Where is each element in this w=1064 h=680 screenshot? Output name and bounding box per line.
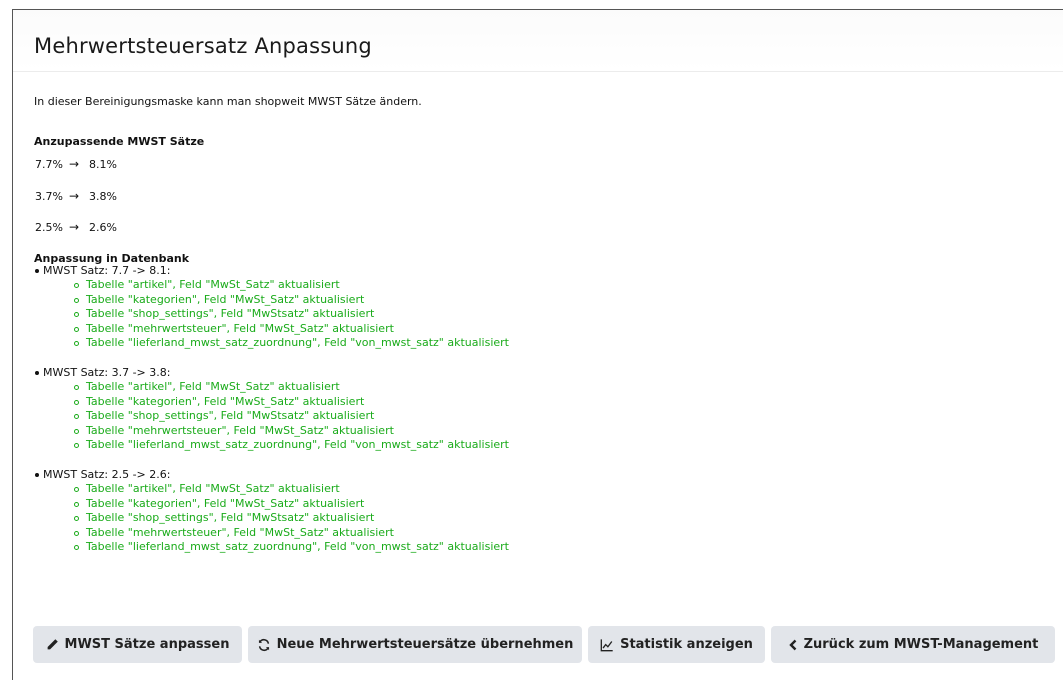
update-item: Tabelle "kategorien", Feld "MwSt_Satz" a… [34, 293, 509, 308]
database-change-list: MWST Satz: 7.7 -> 8.1: Tabelle "artikel"… [34, 264, 509, 570]
update-item: Tabelle "mehrwertsteuer", Feld "MwSt_Sat… [34, 424, 509, 439]
action-bar: MWST Sätze anpassen Neue Mehrwertsteuers… [33, 626, 1055, 663]
apply-new-rates-button[interactable]: Neue Mehrwertsteuersätze übernehmen [248, 626, 582, 663]
intro-text: In dieser Bereinigungsmaske kann man sho… [34, 95, 422, 108]
list-item: MWST Satz: 7.7 -> 8.1: Tabelle "artikel"… [34, 264, 509, 351]
rates-heading: Anzupassende MWST Sätze [34, 135, 205, 148]
update-item: Tabelle "kategorien", Feld "MwSt_Satz" a… [34, 395, 509, 410]
arrow-right-icon: → [69, 220, 80, 234]
arrow-right-icon: → [69, 157, 80, 171]
adjust-rates-label: MWST Sätze anpassen [64, 637, 230, 652]
list-item: MWST Satz: 3.7 -> 3.8: Tabelle "artikel"… [34, 366, 509, 453]
update-item: Tabelle "mehrwertsteuer", Feld "MwSt_Sat… [34, 322, 509, 337]
back-to-management-label: Zurück zum MWST-Management [803, 637, 1039, 652]
line-chart-icon [600, 638, 613, 651]
update-item: Tabelle "shop_settings", Feld "MwStsatz"… [34, 511, 509, 526]
update-item: Tabelle "lieferland_mwst_satz_zuordnung"… [34, 336, 509, 351]
arrow-right-icon: → [69, 189, 80, 203]
show-statistics-label: Statistik anzeigen [620, 637, 753, 652]
update-list: Tabelle "artikel", Feld "MwSt_Satz" aktu… [34, 278, 509, 351]
rate-to: 8.1% [89, 157, 117, 171]
show-statistics-button[interactable]: Statistik anzeigen [588, 626, 765, 663]
chevron-left-icon [788, 639, 796, 650]
update-item: Tabelle "shop_settings", Feld "MwStsatz"… [34, 307, 509, 322]
update-list: Tabelle "artikel", Feld "MwSt_Satz" aktu… [34, 482, 509, 555]
content-card: Mehrwertsteuersatz Anpassung In dieser B… [12, 9, 1063, 680]
update-item: Tabelle "mehrwertsteuer", Feld "MwSt_Sat… [34, 526, 509, 541]
refresh-icon [258, 638, 269, 651]
update-item: Tabelle "kategorien", Feld "MwSt_Satz" a… [34, 497, 509, 512]
update-item: Tabelle "artikel", Feld "MwSt_Satz" aktu… [34, 482, 509, 497]
update-item: Tabelle "artikel", Feld "MwSt_Satz" aktu… [34, 380, 509, 395]
rate-group-label: MWST Satz: 2.5 -> 2.6: [34, 468, 509, 482]
list-item: MWST Satz: 2.5 -> 2.6: Tabelle "artikel"… [34, 468, 509, 555]
update-item: Tabelle "shop_settings", Feld "MwStsatz"… [34, 409, 509, 424]
rate-from: 3.7% [35, 189, 63, 203]
rate-group-label: MWST Satz: 3.7 -> 3.8: [34, 366, 509, 380]
update-item: Tabelle "lieferland_mwst_satz_zuordnung"… [34, 540, 509, 555]
page-title: Mehrwertsteuersatz Anpassung [34, 34, 372, 58]
rate-from: 2.5% [35, 220, 63, 234]
rate-row: 3.7% → 3.8% [35, 189, 117, 203]
rate-row: 7.7% → 8.1% [35, 157, 117, 171]
rate-from: 7.7% [35, 157, 63, 171]
rate-group-label: MWST Satz: 7.7 -> 8.1: [34, 264, 509, 278]
rate-to: 2.6% [89, 220, 117, 234]
rate-row: 2.5% → 2.6% [35, 220, 117, 234]
apply-new-rates-label: Neue Mehrwertsteuersätze übernehmen [276, 637, 574, 652]
update-item: Tabelle "artikel", Feld "MwSt_Satz" aktu… [34, 278, 509, 293]
update-list: Tabelle "artikel", Feld "MwSt_Satz" aktu… [34, 380, 509, 453]
pencil-icon [47, 639, 58, 650]
update-item: Tabelle "lieferland_mwst_satz_zuordnung"… [34, 438, 509, 453]
back-to-management-button[interactable]: Zurück zum MWST-Management [771, 626, 1055, 663]
adjust-rates-button[interactable]: MWST Sätze anpassen [33, 626, 242, 663]
rate-to: 3.8% [89, 189, 117, 203]
